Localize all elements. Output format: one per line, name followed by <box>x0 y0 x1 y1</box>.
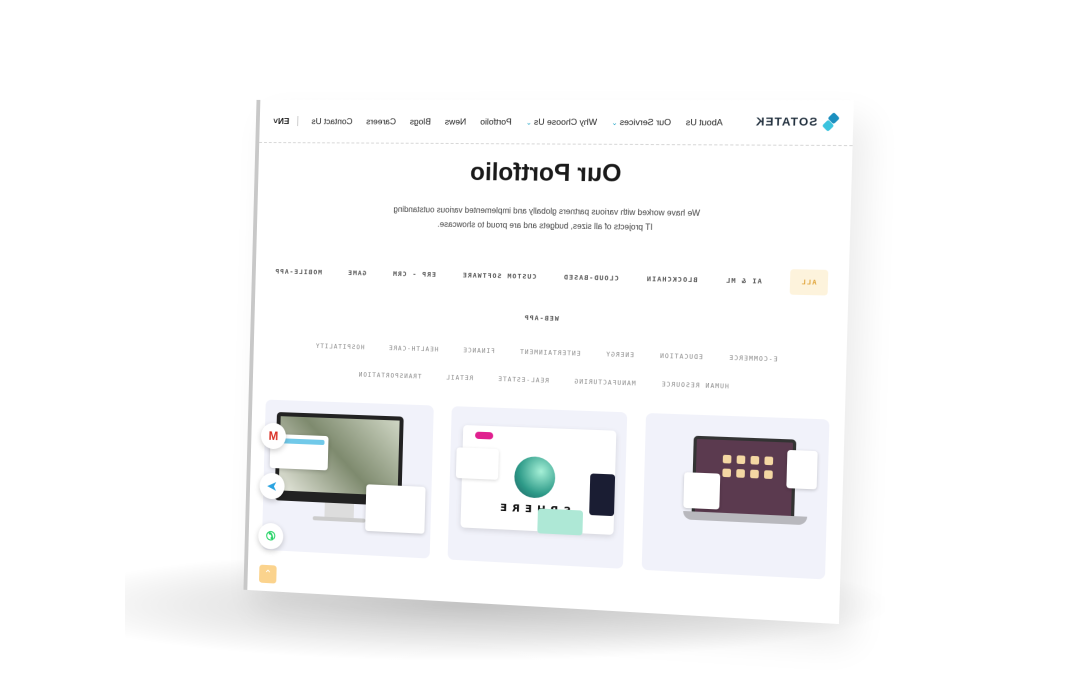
sphere-graphic <box>513 455 556 499</box>
dashboard-widget <box>365 484 426 534</box>
nav-item-careers[interactable]: Careers <box>366 116 396 126</box>
filter-manufacturing[interactable]: MANUFACTURING <box>573 378 635 387</box>
stats-panel-graphic <box>455 447 499 480</box>
note-widget <box>786 449 818 490</box>
app-tiles <box>722 454 774 480</box>
arrow-up-icon[interactable]: ⌃ <box>258 564 277 584</box>
filter-all[interactable]: ALL <box>789 269 828 296</box>
nav-item-our-services[interactable]: Our Services⌄ <box>611 117 671 128</box>
pink-button-graphic <box>474 431 494 440</box>
filter-blockchain[interactable]: BLOCKCHAIN <box>646 275 698 293</box>
filter-education[interactable]: EDUCATION <box>659 353 703 362</box>
green-panel-graphic <box>537 508 584 536</box>
filter-entertainment[interactable]: ENTERTAINMENT <box>519 349 581 358</box>
filter-ai-ml[interactable]: AI & ML <box>725 276 762 294</box>
filter-mobile-app[interactable]: MOBILE-APP <box>274 267 322 284</box>
nav-label: Why Choose Us <box>533 116 598 128</box>
filter-hospitality[interactable]: HOSPITALITY <box>315 343 365 352</box>
filter-health-care[interactable]: HEALTH-CARE <box>388 345 439 354</box>
category-filters: ALL AI & ML BLOCKCHAIN CLOUD-BASED CUSTO… <box>255 267 848 296</box>
nav-item-blogs[interactable]: Blogs <box>410 116 431 126</box>
top-navbar: SOTATEK About Us Our Services⌄ Why Choos… <box>259 99 854 147</box>
filter-retail[interactable]: RETAIL <box>445 374 473 382</box>
browser-screen: SOTATEK About Us Our Services⌄ Why Choos… <box>243 99 854 625</box>
filter-e-commerce[interactable]: E-COMMERCE <box>728 355 778 364</box>
filter-transportation[interactable]: TRANSPORTATION <box>358 371 422 380</box>
portfolio-card-desktop-app[interactable] <box>261 399 434 559</box>
filter-erp-crm[interactable]: ERP - CRM <box>392 270 436 287</box>
filter-energy[interactable]: ENERGY <box>605 351 634 359</box>
nav-item-why-choose-us[interactable]: Why Choose Us⌄ <box>526 117 597 128</box>
page-content: SOTATEK About Us Our Services⌄ Why Choos… <box>247 99 854 624</box>
nav-item-news[interactable]: News <box>445 116 467 126</box>
nav-item-about-us[interactable]: About Us <box>686 117 723 128</box>
filter-finance[interactable]: FINANCE <box>462 347 495 355</box>
filter-game[interactable]: GAME <box>347 269 366 286</box>
filter-human-resource[interactable]: HUMAN RESOURCE <box>661 381 729 391</box>
language-label: EN <box>277 115 290 127</box>
industry-filters: E-COMMERCE EDUCATION ENERGY ENTERTAINMEN… <box>306 343 787 393</box>
nav-item-portfolio[interactable]: Portfolio <box>480 116 512 126</box>
nav-label: Our Services <box>619 116 672 128</box>
filter-custom-software[interactable]: CUSTOM SOFTWARE <box>462 271 537 289</box>
chevron-down-icon: ⌄ <box>525 119 533 127</box>
main-menu: About Us Our Services⌄ Why Choose Us⌄ Po… <box>311 116 723 127</box>
chevron-down-icon: ⌄ <box>611 119 618 128</box>
language-selector[interactable]: EN˅ <box>273 115 299 127</box>
nav-item-contact-us[interactable]: Contact Us <box>311 116 352 126</box>
logo-text: SOTATEK <box>754 115 818 129</box>
portfolio-card-calendar-app[interactable] <box>641 412 830 580</box>
monitor-stand <box>324 502 355 519</box>
dark-panel-graphic <box>589 473 616 517</box>
chevron-down-icon: ˅ <box>273 115 279 127</box>
calendar-widget <box>683 472 721 510</box>
logo[interactable]: SOTATEK <box>754 112 840 132</box>
filter-web-app[interactable]: WEB-APP <box>255 307 848 330</box>
filter-real-estate[interactable]: REAL-ESTATE <box>497 376 549 385</box>
portfolio-card-sphere[interactable]: SPHERE <box>447 406 628 569</box>
mockup-stage: SOTATEK About Us Our Services⌄ Why Choos… <box>243 99 854 625</box>
portfolio-grid: SPHERE <box>248 399 844 580</box>
monitor-foot <box>312 516 366 523</box>
page-subtitle: We have worked with various partners glo… <box>393 204 701 233</box>
page-title: Our Portfolio <box>469 158 622 188</box>
filter-cloud-based[interactable]: CLOUD-BASED <box>563 273 619 291</box>
logo-icon <box>821 112 840 132</box>
